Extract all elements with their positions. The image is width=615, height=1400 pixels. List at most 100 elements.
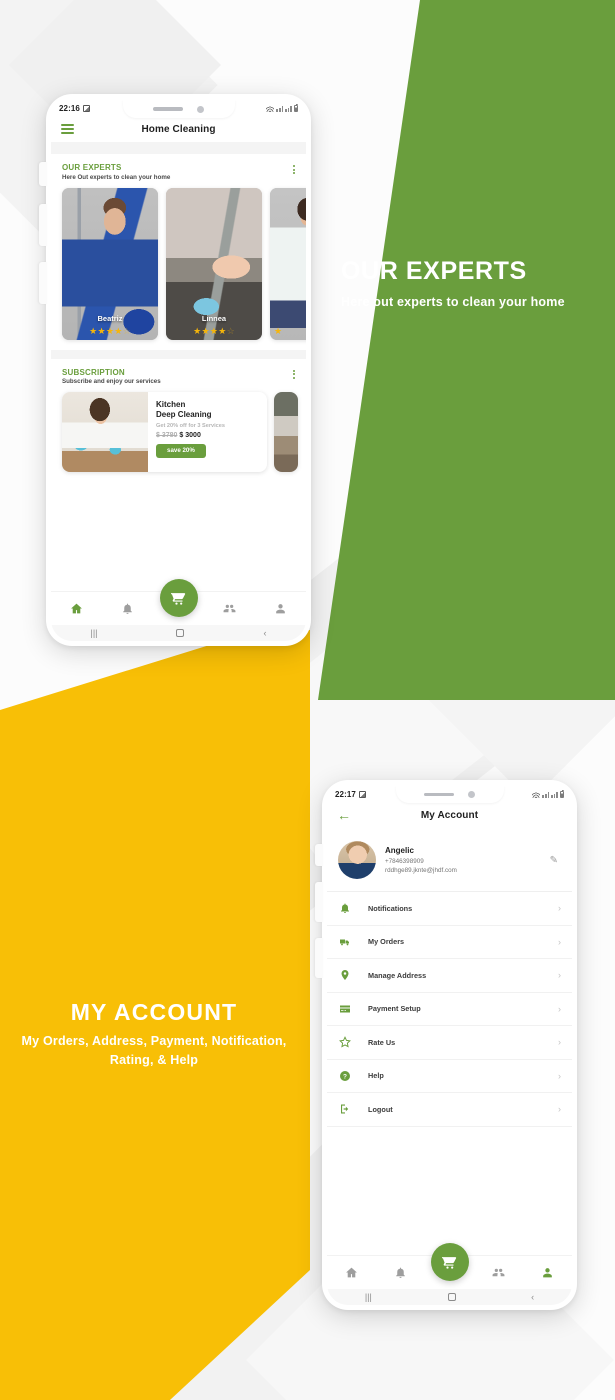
bottom-navigation-home (51, 579, 306, 625)
menu-item-rate-us[interactable]: Rate Us › (327, 1026, 572, 1060)
nav-people[interactable] (204, 592, 255, 625)
recents-button[interactable]: ||| (365, 1292, 372, 1302)
home-button[interactable] (176, 629, 185, 637)
menu-item-label: Manage Address (368, 970, 427, 980)
star-icon (338, 1035, 352, 1049)
photo-icon (358, 790, 366, 798)
logout-icon (338, 1102, 352, 1116)
nav-home[interactable] (327, 1256, 376, 1289)
expert-card[interactable]: Linnea ★★★★☆ (166, 187, 262, 340)
menu-item-label: Payment Setup (368, 1004, 421, 1014)
page-title: Home Cleaning (141, 123, 216, 135)
people-icon (492, 1268, 505, 1277)
experts-carousel[interactable]: Beatriz ★★★★☆ Linnea ★★★★☆ ★ (51, 186, 306, 350)
content-top-strip (51, 142, 306, 154)
profile-header[interactable]: Angelic +7846398909 rddhge89.jknte@jhdf.… (327, 828, 572, 892)
earpiece-speaker (153, 107, 183, 111)
menu-item-label: Notifications (368, 903, 413, 913)
section-subtitle: Here Out experts to clean your home (62, 173, 171, 181)
chevron-right-icon: › (558, 903, 561, 914)
section-header-experts: OUR EXPERTS Here Out experts to clean yo… (51, 154, 306, 186)
page-title: My Account (420, 809, 479, 821)
subscription-price: $ 3780 $ 3000 (156, 432, 261, 439)
nav-people[interactable] (474, 1256, 523, 1289)
phone-side-button-1[interactable] (315, 844, 323, 866)
subscription-old-price: $ 3780 (156, 431, 178, 439)
menu-item-notifications[interactable]: Notifications › (327, 892, 572, 926)
kebab-menu-icon[interactable] (293, 368, 295, 379)
section-divider-strip (51, 349, 306, 359)
expert-photo (270, 187, 306, 340)
menu-item-logout[interactable]: Logout › (327, 1093, 572, 1127)
chevron-right-icon: › (558, 1070, 561, 1081)
hamburger-icon[interactable] (61, 123, 74, 135)
status-bar-left: 22:16 (59, 104, 90, 113)
yellow-promo-copy: MY ACCOUNT My Orders, Address, Payment, … (8, 999, 300, 1070)
menu-item-manage-address[interactable]: Manage Address › (327, 959, 572, 993)
photo-icon (82, 104, 90, 112)
subscription-title-line2: Deep Cleaning (156, 410, 212, 419)
phone-mockup-account: 22:17 ← My Account Angelic +7846398909 r… (315, 780, 577, 1310)
app-bar-account: ← My Account (327, 802, 572, 828)
bell-icon (396, 1267, 405, 1278)
home-button[interactable] (447, 1293, 456, 1301)
system-navigation-home: ||| ‹ (51, 625, 306, 641)
cart-fab-icon (170, 593, 185, 605)
chevron-right-icon: › (558, 970, 561, 981)
back-arrow-icon[interactable]: ← (337, 808, 351, 822)
back-button[interactable]: ‹ (531, 1292, 534, 1302)
phone-side-button-2[interactable] (315, 882, 323, 922)
section-header-subscription: SUBSCRIPTION Subscribe and enjoy our ser… (51, 359, 306, 391)
expert-name: Linnea (201, 313, 227, 323)
chevron-right-icon: › (558, 1104, 561, 1115)
status-time: 22:16 (59, 103, 80, 113)
account-content: Angelic +7846398909 rddhge89.jknte@jhdf.… (327, 828, 572, 1255)
subscription-card-next[interactable] (274, 392, 298, 472)
nav-notifications[interactable] (102, 592, 153, 625)
nav-home[interactable] (51, 592, 102, 625)
recents-button[interactable]: ||| (90, 628, 97, 638)
app-bar-home: Home Cleaning (51, 116, 306, 142)
svg-text:?: ? (343, 1073, 347, 1080)
pencil-icon[interactable]: ✎ (550, 855, 561, 866)
profile-phone: +7846398909 (385, 857, 424, 865)
status-bar-right (266, 103, 298, 112)
menu-item-payment-setup[interactable]: Payment Setup › (327, 993, 572, 1026)
chevron-right-icon: › (558, 1003, 561, 1014)
subscription-save-badge: save 20% (156, 443, 206, 458)
system-navigation-account: ||| ‹ (327, 1289, 572, 1305)
nav-notifications[interactable] (376, 1256, 425, 1289)
bell-icon (123, 603, 132, 614)
cart-fab-button[interactable] (159, 579, 198, 617)
status-bar-right (532, 789, 564, 798)
cart-fab-button[interactable] (430, 1243, 469, 1281)
green-promo-copy: OUR EXPERTS Here out experts to clean yo… (341, 257, 591, 312)
kebab-menu-icon[interactable] (293, 163, 295, 175)
expert-card[interactable]: ★ (270, 187, 306, 340)
menu-item-label: Rate Us (368, 1037, 396, 1047)
menu-item-help[interactable]: ? Help › (327, 1060, 572, 1093)
section-title: SUBSCRIPTION (62, 367, 125, 377)
nav-profile[interactable] (255, 592, 306, 625)
battery-icon (560, 789, 564, 798)
phone-side-button-3[interactable] (39, 262, 47, 304)
screenshot-canvas: OUR EXPERTS Here out experts to clean yo… (0, 0, 615, 1400)
section-subtitle: Subscribe and enjoy our services (62, 378, 161, 385)
subscription-new-price: $ 3000 (179, 431, 201, 439)
bell-icon (338, 901, 352, 915)
home-content: OUR EXPERTS Here Out experts to clean yo… (51, 154, 306, 591)
phone-side-button-3[interactable] (315, 938, 323, 978)
back-button[interactable]: ‹ (263, 628, 266, 638)
subscription-carousel[interactable]: Kitchen Deep Cleaning Get 20% off for 3 … (51, 390, 306, 482)
yellow-promo-subheading: My Orders, Address, Payment, Notificatio… (21, 1034, 287, 1068)
expert-card[interactable]: Beatriz ★★★★☆ (62, 187, 158, 340)
phone-side-button-1[interactable] (39, 162, 47, 186)
profile-name: Angelic (385, 845, 414, 855)
menu-item-my-orders[interactable]: My Orders › (327, 926, 572, 959)
phone-side-button-2[interactable] (39, 204, 47, 246)
nav-profile[interactable] (523, 1256, 572, 1289)
subscription-card[interactable]: Kitchen Deep Cleaning Get 20% off for 3 … (62, 392, 267, 472)
profile-email: rddhge89.jknte@jhdf.com (385, 867, 457, 875)
home-icon (346, 1267, 357, 1278)
menu-item-label: Help (368, 1071, 384, 1081)
